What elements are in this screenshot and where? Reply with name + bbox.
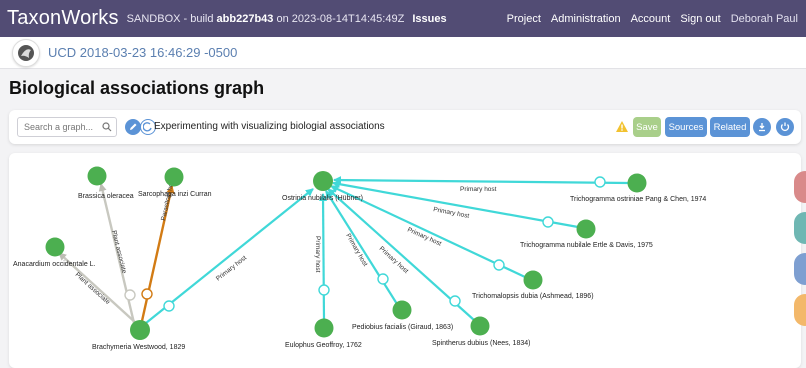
edge-label-primary-host-2: Primary host	[460, 186, 497, 193]
search-icon[interactable]	[102, 122, 112, 132]
node-brassica[interactable]: Brassica oleracea	[78, 166, 134, 201]
build-date: on 2023-08-14T14:45:49Z	[276, 12, 405, 25]
search-input[interactable]: Search a graph...	[17, 117, 117, 137]
node-tnubilale[interactable]: Trichogramma nubilale Ertle & Davis, 197…	[520, 219, 653, 250]
top-navbar: TaxonWorks SANDBOX - build abb227b43 on …	[0, 0, 806, 37]
edit-icon[interactable]	[125, 119, 141, 135]
node-label: Brassica oleracea	[78, 193, 134, 200]
node-sarcophaga[interactable]: Sarcophaga inzi Curran	[138, 167, 212, 199]
node-label: Ostrinia nubilalis (Hübner)	[282, 195, 363, 202]
graph-canvas[interactable]: Plant associate Plant associate Parasito…	[9, 153, 801, 368]
reset-icon[interactable]	[776, 118, 794, 136]
node-label: Eulophus Geoffroy, 1762	[285, 342, 362, 349]
node-label: Brachymeria Westwood, 1829	[92, 344, 185, 351]
save-button[interactable]: Save	[633, 117, 661, 137]
edge-label-primary-host-5: Primary host	[378, 245, 410, 275]
node-pediobius[interactable]: Pediobius facialis (Giraud, 1863)	[352, 300, 453, 332]
graph-toolbar: Search a graph... Experimenting with vis…	[9, 110, 801, 144]
edge-tostriniae-ostrinia[interactable]	[333, 176, 629, 185]
warning-icon	[616, 121, 628, 132]
node-eulophus[interactable]: Eulophus Geoffroy, 1762	[285, 318, 362, 350]
object-bar: UCD 2018-03-23 16:46:29 -0500	[0, 37, 806, 69]
graph-name: Experimenting with visualizing biologial…	[154, 121, 385, 132]
edge-pediobius-ostrinia[interactable]	[325, 190, 398, 305]
association-graph[interactable]: Plant associate Plant associate Parasito…	[9, 153, 801, 368]
build-info: SANDBOX - build abb227b43 on 2023-08-14T…	[127, 13, 405, 25]
nav-sign-out[interactable]: Sign out	[680, 13, 720, 25]
node-label: Anacardium occidentale L.	[13, 261, 96, 268]
node-label: Sarcophaga inzi Curran	[138, 191, 212, 198]
node-label: Trichogramma nubilale Ertle & Davis, 197…	[520, 242, 653, 249]
edge-label-plant-associate-1: Plant associate	[110, 230, 128, 275]
node-label: Spintherus dubius (Nees, 1834)	[432, 340, 530, 347]
edge-label-primary-host-1: Primary host	[215, 254, 248, 282]
specimen-icon[interactable]	[12, 38, 40, 67]
nav-project[interactable]: Project	[507, 13, 541, 25]
build-hash: abb227b43	[216, 12, 274, 25]
edge-label-primary-host-7: Primary host	[314, 236, 321, 273]
search-placeholder: Search a graph...	[24, 122, 94, 132]
edge-label-primary-host-3: Primary host	[433, 206, 470, 220]
node-label: Trichomalopsis dubia (Ashmead, 1896)	[472, 293, 594, 300]
object-title[interactable]: UCD 2018-03-23 16:46:29 -0500	[48, 45, 237, 60]
side-tab-blue[interactable]	[794, 253, 806, 285]
nav-account[interactable]: Account	[631, 13, 671, 25]
brand-logo[interactable]: TaxonWorks	[7, 7, 119, 30]
issues-link[interactable]: Issues	[412, 13, 446, 25]
node-anacardium[interactable]: Anacardium occidentale L.	[13, 237, 96, 269]
edge-label-plant-associate-2: Plant associate	[74, 271, 112, 306]
sources-button[interactable]: Sources	[665, 117, 707, 137]
side-tab-teal[interactable]	[794, 212, 806, 244]
build-prefix: SANDBOX - build	[126, 12, 214, 25]
user-name[interactable]: Deborah Paul	[731, 13, 798, 25]
node-label: Trichogramma ostriniae Pang & Chen, 1974	[570, 196, 706, 203]
nav-administration[interactable]: Administration	[551, 13, 621, 25]
download-icon[interactable]	[753, 118, 771, 136]
top-nav: Project Administration Account Sign out …	[507, 0, 798, 37]
side-tab-orange[interactable]	[794, 294, 806, 326]
node-label: Pediobius facialis (Giraud, 1863)	[352, 324, 453, 331]
edge-eulophus-ostrinia[interactable]	[319, 193, 328, 321]
node-brachymeria[interactable]: Brachymeria Westwood, 1829	[92, 320, 185, 351]
side-tab-red[interactable]	[794, 171, 806, 203]
node-tostriniae[interactable]: Trichogramma ostriniae Pang & Chen, 1974	[570, 173, 706, 204]
node-spintherus[interactable]: Spintherus dubius (Nees, 1834)	[432, 316, 530, 348]
related-button[interactable]: Related	[710, 117, 750, 137]
node-trichomalopsis[interactable]: Trichomalopsis dubia (Ashmead, 1896)	[472, 270, 594, 301]
page-title: Biological associations graph	[9, 78, 265, 98]
